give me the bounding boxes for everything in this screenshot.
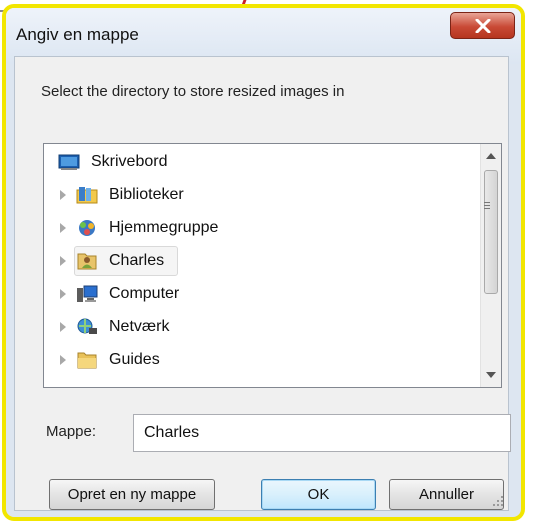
expand-arrow-icon[interactable] [60,289,66,299]
tree-item-label: Skrivebord [91,153,168,170]
network-icon [76,317,98,337]
homegroup-icon [76,218,98,238]
tree-item-netvaerk[interactable]: Netværk [44,312,480,342]
tree-item-label: Biblioteker [109,186,184,203]
expand-arrow-icon[interactable] [60,355,66,365]
tree-item-biblioteker[interactable]: Biblioteker [44,180,480,210]
expand-arrow-icon[interactable] [60,190,66,200]
instruction-text: Select the directory to store resized im… [41,83,345,100]
expand-arrow-icon[interactable] [60,223,66,233]
close-button[interactable] [450,12,515,39]
scroll-thumb[interactable] [484,170,498,294]
cancel-button[interactable]: Annuller [389,479,504,510]
tree-item-skrivebord[interactable]: Skrivebord [44,147,480,177]
folder-icon [76,350,98,370]
user-folder-icon [76,251,98,271]
dialog-body: Select the directory to store resized im… [14,56,511,511]
scroll-grip-icon [484,202,490,203]
tree-item-label: Guides [109,351,160,368]
folder-field-label: Mappe: [46,423,97,440]
ok-button[interactable]: OK [261,479,376,510]
tree-item-label: Netværk [109,318,170,335]
tree-item-label: Computer [109,285,180,302]
tree-item-hjemmegruppe[interactable]: Hjemmegruppe [44,213,480,243]
new-folder-button[interactable]: Opret en ny mappe [49,479,215,510]
dialog-title: Angiv en mappe [16,25,139,44]
tree-item-guides[interactable]: Guides [44,345,480,375]
folder-name-input[interactable]: Charles [133,414,511,452]
tree-item-computer[interactable]: Computer [44,279,480,309]
folder-tree[interactable]: Skrivebord Biblioteker Hjemmegruppe Char… [43,143,502,388]
expand-arrow-icon[interactable] [60,322,66,332]
scroll-down-arrow-icon[interactable] [486,372,496,378]
computer-icon [76,284,98,304]
tree-item-charles[interactable]: Charles [44,246,480,276]
libraries-icon [76,185,98,205]
tree-item-label: Charles [109,252,165,269]
tree-scrollbar[interactable] [480,144,501,387]
close-icon [475,19,491,33]
desktop-icon [58,152,80,172]
expand-arrow-icon[interactable] [60,256,66,266]
scroll-up-arrow-icon[interactable] [486,153,496,159]
resize-grip-icon[interactable] [492,494,504,506]
folder-picker-dialog: Angiv en mappe Select the directory to s… [2,4,525,521]
tree-item-label: Hjemmegruppe [109,219,219,236]
